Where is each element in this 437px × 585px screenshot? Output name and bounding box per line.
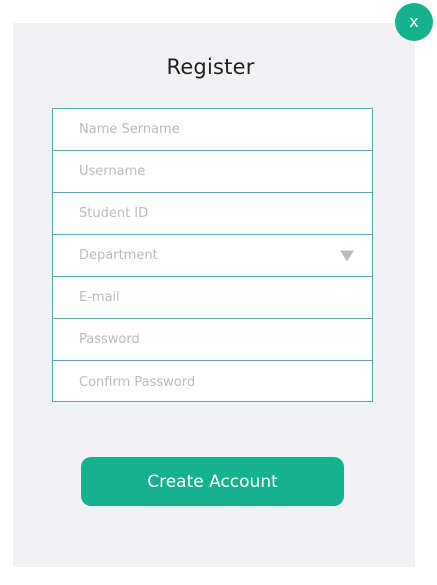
- department-placeholder: Department: [79, 248, 158, 263]
- password-placeholder: Password: [79, 332, 140, 347]
- email-placeholder: E-mail: [79, 290, 120, 305]
- name-surname-placeholder: Name Sername: [79, 122, 180, 137]
- close-icon: x: [409, 11, 419, 31]
- password-field[interactable]: Password: [53, 319, 372, 361]
- email-field[interactable]: E-mail: [53, 277, 372, 319]
- username-field[interactable]: Username: [53, 151, 372, 193]
- create-account-button[interactable]: Create Account: [81, 457, 344, 506]
- page-title: Register: [166, 55, 255, 79]
- chevron-down-icon: [340, 250, 354, 261]
- confirm-password-placeholder: Confirm Password: [79, 374, 196, 390]
- name-surname-field[interactable]: Name Sername: [53, 109, 372, 151]
- student-id-placeholder: Student ID: [79, 206, 149, 221]
- student-id-field[interactable]: Student ID: [53, 193, 372, 235]
- confirm-password-field[interactable]: Confirm Password: [53, 361, 372, 403]
- registration-form: Name Sername Username Student ID Departm…: [52, 108, 373, 402]
- username-placeholder: Username: [79, 164, 146, 179]
- close-button[interactable]: x: [395, 3, 433, 41]
- department-select[interactable]: Department: [53, 235, 372, 277]
